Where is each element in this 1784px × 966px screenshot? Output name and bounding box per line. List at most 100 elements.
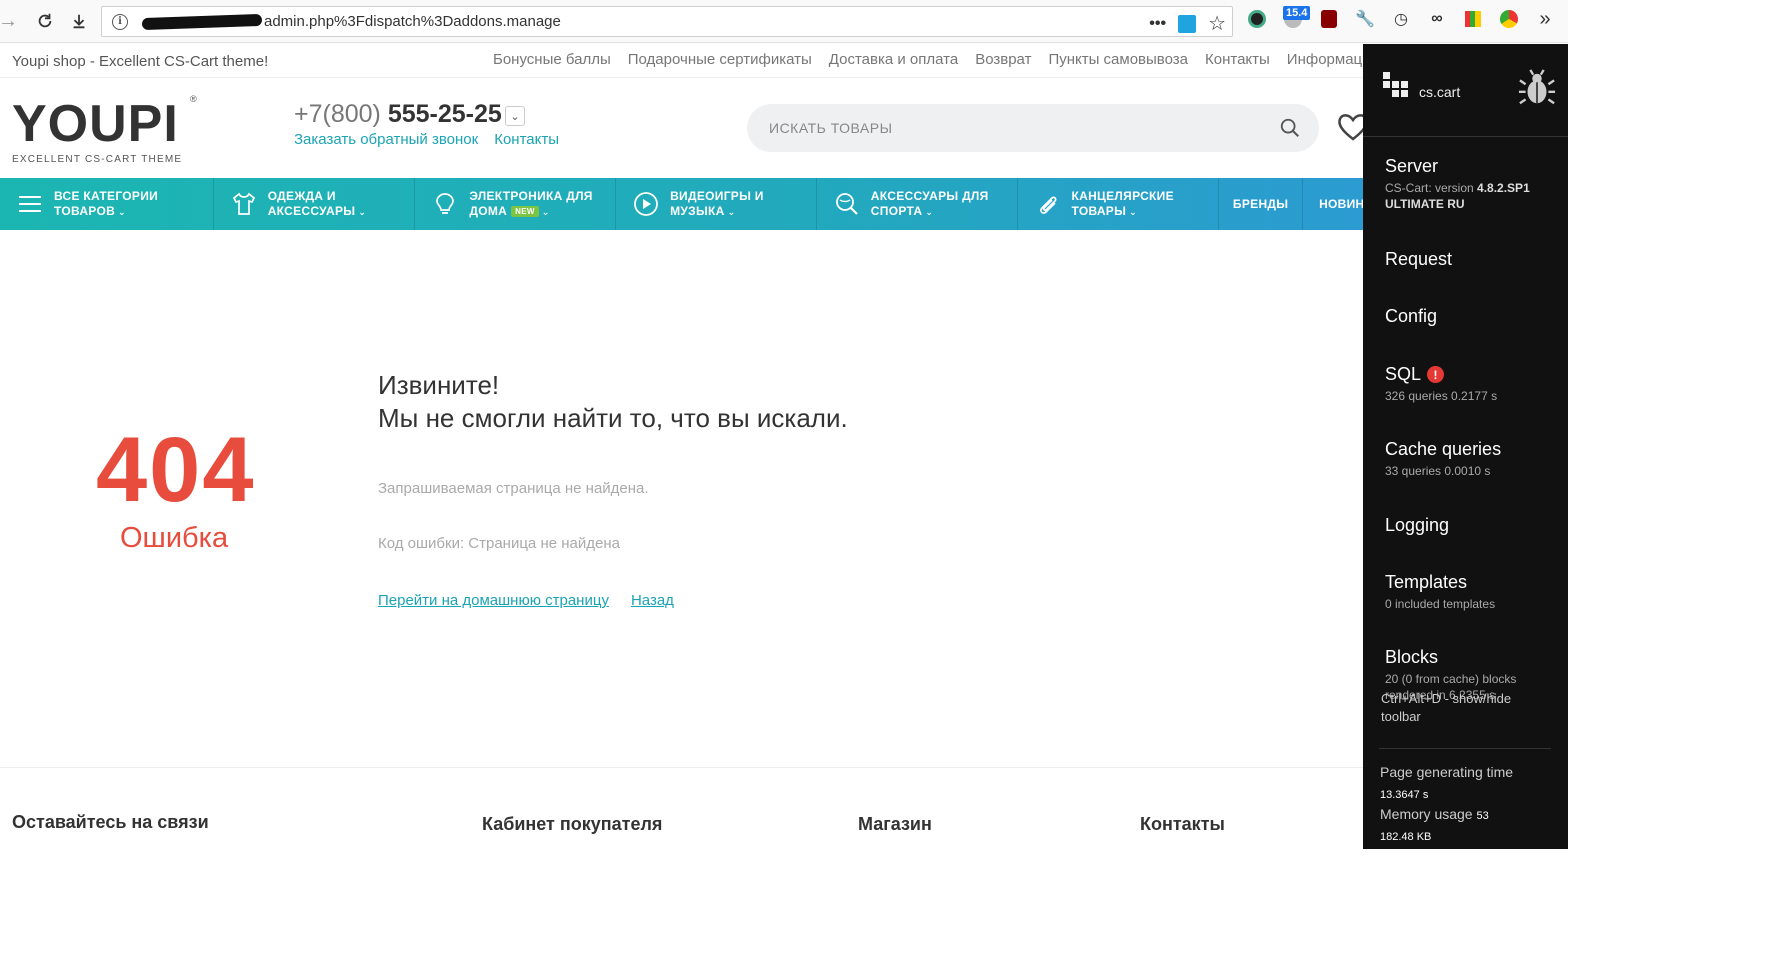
search-input[interactable]: ИСКАТЬ ТОВАРЫ <box>747 104 1319 152</box>
category-label: СПОРТА <box>870 204 923 218</box>
top-link-pickup[interactable]: Пункты самовывоза <box>1048 51 1188 68</box>
callback-link[interactable]: Заказать обратный звонок <box>294 131 478 148</box>
category-label: ВИДЕОИГРЫ И <box>670 189 764 203</box>
debug-hint: Ctrl+Alt+D - show/hide toolbar <box>1381 691 1512 724</box>
back-link[interactable]: Назад <box>631 592 674 609</box>
top-link-delivery[interactable]: Доставка и оплата <box>829 51 958 68</box>
address-bar[interactable]: i admin.php%3Fdispatch%3Daddons.manage •… <box>101 6 1233 37</box>
page-time-value: 13.3647 s <box>1380 789 1429 801</box>
category-sport[interactable]: АКСЕССУАРЫ ДЛЯ СПОРТА ⌄ <box>817 178 1018 230</box>
debug-toolbar: cs.cart Server CS-Cart: version 4.8.2.SP… <box>1363 44 1568 849</box>
category-all[interactable]: ВСЕ КАТЕГОРИИ ТОВАРОВ ⌄ <box>0 178 214 230</box>
memory-value-a: 53 <box>1476 810 1489 822</box>
category-new[interactable]: НОВИН <box>1303 178 1363 230</box>
category-stationery[interactable]: КАНЦЕЛЯРСКИЕ ТОВАРЫ ⌄ <box>1018 178 1220 230</box>
top-link-bonus[interactable]: Бонусные баллы <box>493 51 611 68</box>
category-clothing[interactable]: ОДЕЖДА И АКСЕССУАРЫ ⌄ <box>214 178 416 230</box>
clock-icon[interactable]: ◷ <box>1388 6 1414 32</box>
memory-value-b: 182.48 KB <box>1380 831 1432 843</box>
more-icon[interactable]: ••• <box>1149 15 1166 33</box>
chevron-down-icon: ⌄ <box>541 207 550 217</box>
category-label: ОДЕЖДА И <box>267 189 336 203</box>
debug-cache-title: Cache queries <box>1385 439 1502 459</box>
debug-divider <box>1379 748 1551 749</box>
error-title-line1: Извините! <box>378 370 500 400</box>
ublock-icon[interactable] <box>1316 6 1342 32</box>
category-nav: ВСЕ КАТЕГОРИИ ТОВАРОВ ⌄ ОДЕЖДА И АКСЕССУАРЫ… <box>0 178 1363 230</box>
footer-heading-store: Магазин <box>858 814 932 834</box>
menu-icon <box>16 190 44 218</box>
chevron-down-icon[interactable]: ⌄ <box>505 106 525 126</box>
chevron-down-icon: ⌄ <box>925 207 934 217</box>
wrench-icon[interactable]: 🔧 <box>1352 6 1378 32</box>
logo-text: YOUPI <box>12 95 179 153</box>
search-icon[interactable] <box>1279 117 1301 139</box>
debug-server-title: Server <box>1385 156 1439 176</box>
memory-label: Memory usage <box>1380 806 1473 822</box>
new-badge: NEW <box>511 205 539 217</box>
cscart-logo-text: cs.cart <box>1419 84 1461 100</box>
error-links: Перейти на домашнюю страницу Назад <box>378 592 674 609</box>
tennis-icon <box>833 190 861 218</box>
category-label: МУЗЫКА <box>670 204 725 218</box>
logo-tagline: EXCELLENT CS-CART THEME <box>12 154 183 165</box>
chevron-down-icon: ⌄ <box>1129 207 1137 217</box>
error-code: 404 <box>96 419 256 521</box>
chrome-icon[interactable] <box>1496 6 1522 32</box>
paperclip-icon <box>1034 190 1062 218</box>
heart-icon[interactable] <box>1336 110 1366 144</box>
top-link-contacts[interactable]: Контакты <box>1205 51 1270 68</box>
debug-divider <box>1363 136 1568 137</box>
debug-templates-title: Templates <box>1385 572 1468 592</box>
mask-icon[interactable]: ∞ <box>1424 6 1450 32</box>
url-text: admin.php%3Fdispatch%3Daddons.manage <box>264 13 561 30</box>
forward-icon[interactable]: → <box>0 6 18 36</box>
info-icon[interactable]: i <box>112 13 128 30</box>
debug-request[interactable]: Request <box>1385 249 1452 270</box>
debug-config-title: Config <box>1385 306 1438 326</box>
shop-title: Youpi shop - Excellent CS-Cart theme! <box>12 53 269 70</box>
logo[interactable]: YOUPI ® EXCELLENT CS-CART THEME <box>12 94 197 165</box>
overflow-chevron-icon[interactable]: » <box>1532 6 1558 32</box>
top-link-gift-certificates[interactable]: Подарочные сертификаты <box>628 51 812 68</box>
contacts-link[interactable]: Контакты <box>494 131 559 148</box>
category-brands[interactable]: БРЕНДЫ <box>1219 178 1304 230</box>
category-electronics[interactable]: ЭЛЕКТРОНИКА ДЛЯ ДОМА NEW ⌄ <box>415 178 617 230</box>
debug-server-edition: ULTIMATE RU <box>1385 197 1465 212</box>
category-label: ВСЕ КАТЕГОРИИ <box>54 189 159 203</box>
chevron-down-icon: ⌄ <box>118 207 126 217</box>
debug-templates[interactable]: Templates 0 included templates <box>1385 572 1495 612</box>
home-link[interactable]: Перейти на домашнюю страницу <box>378 592 609 609</box>
error-title: Извините! Мы не смогли найти то, что вы … <box>378 369 848 435</box>
debug-config[interactable]: Config <box>1385 306 1437 327</box>
debug-request-title: Request <box>1385 249 1453 269</box>
cscart-logo: cs.cart <box>1383 72 1460 100</box>
phone-number: +7(800) 555-25-25 <box>294 100 502 129</box>
category-games-music[interactable]: ВИДЕОИГРЫ И МУЗЫКА ⌄ <box>616 178 817 230</box>
debug-sql[interactable]: SQL! 326 queries 0.2177 s <box>1385 364 1497 404</box>
debug-server-version-label: CS-Cart: version <box>1385 181 1478 195</box>
debug-logging-title: Logging <box>1385 515 1450 535</box>
extension-icon[interactable] <box>1178 14 1197 33</box>
debug-cache[interactable]: Cache queries 33 queries 0.0010 s <box>1385 439 1501 479</box>
debug-server[interactable]: Server CS-Cart: version 4.8.2.SP1 ULTIMAT… <box>1385 156 1530 212</box>
extension-circle-icon[interactable] <box>1244 6 1270 32</box>
footer-divider <box>0 767 1363 768</box>
error-word: Ошибка <box>120 522 229 554</box>
download-icon[interactable] <box>64 6 94 36</box>
category-label: АКСЕССУАРЫ ДЛЯ <box>870 189 989 203</box>
play-icon <box>632 190 660 218</box>
grid-icon[interactable] <box>1460 6 1486 32</box>
star-icon[interactable]: ☆ <box>1208 11 1226 36</box>
top-link-returns[interactable]: Возврат <box>975 51 1031 68</box>
top-link-info[interactable]: Информаци <box>1287 51 1371 68</box>
footer-heading-account: Кабинет покупателя <box>482 814 663 834</box>
error-code-text: Код ошибки: Страница не найдена <box>378 535 620 552</box>
error-description: Запрашиваемая страница не найдена. <box>378 480 649 497</box>
debug-templates-sub: 0 included templates <box>1385 597 1496 611</box>
debug-logging[interactable]: Logging <box>1385 515 1449 536</box>
reload-icon[interactable] <box>30 6 60 36</box>
bug-icon[interactable] <box>1518 68 1556 108</box>
cscart-logo-icon <box>1383 72 1415 100</box>
logo-registered: ® <box>190 94 197 104</box>
